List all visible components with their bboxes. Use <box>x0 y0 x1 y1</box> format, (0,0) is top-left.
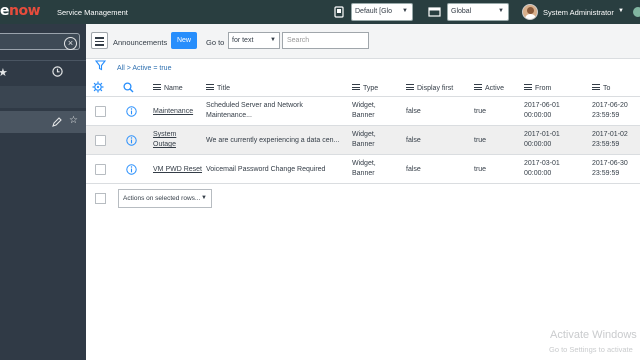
servicenow-logo[interactable]: enow <box>0 3 41 19</box>
connect-icon[interactable] <box>633 7 640 17</box>
title-cell: Voicemail Password Change Required <box>206 166 326 173</box>
name-link[interactable]: Maintenance <box>153 107 193 117</box>
column-label: Active <box>485 85 505 92</box>
chevron-down-icon: ▼ <box>201 195 207 201</box>
to-cell: 2017-06-30 23:59:59 <box>592 160 628 177</box>
name-link[interactable]: System Outage <box>153 130 176 150</box>
avatar <box>522 4 538 20</box>
breadcrumb[interactable]: All > Active = true <box>117 65 171 72</box>
column-header-from[interactable]: From <box>524 84 551 92</box>
chevron-down-icon: ▼ <box>270 37 276 43</box>
column-label: Display first <box>417 85 454 92</box>
display-first-cell: false <box>406 166 421 173</box>
info-icon[interactable] <box>126 106 137 117</box>
column-menu-icon <box>153 84 161 90</box>
active-cell: true <box>474 108 487 115</box>
bulk-actions-select[interactable]: Actions on selected rows... ▼ <box>118 189 212 208</box>
type-cell: Widget, Banner <box>352 131 376 148</box>
column-menu-icon <box>592 84 600 90</box>
display-first-cell: false <box>406 137 421 144</box>
update-set-select[interactable]: Default [Glo ▼ <box>351 3 413 21</box>
list-header-bar: Announcements New Go to for text ▼ Searc… <box>86 24 640 59</box>
column-label: From <box>535 85 552 92</box>
info-icon[interactable] <box>126 135 137 146</box>
column-label: Type <box>363 85 379 92</box>
update-set-value: Default [Glo <box>355 8 392 15</box>
application-value: Global <box>451 8 472 15</box>
chevron-down-icon: ▼ <box>498 8 504 14</box>
name-link[interactable]: VM PWD Reset <box>153 165 202 175</box>
to-cell: 2017-06-20 23:59:59 <box>592 102 628 119</box>
activation-watermark-title: Activate Windows <box>550 329 637 341</box>
bulk-actions-value: Actions on selected rows... <box>123 195 201 202</box>
column-header-display-first[interactable]: Display first <box>406 84 453 92</box>
clear-filter-icon[interactable]: × <box>64 37 77 50</box>
column-header-active[interactable]: Active <box>474 84 504 92</box>
column-menu-icon <box>474 84 482 90</box>
favorites-star-icon[interactable]: ★ <box>0 66 8 79</box>
list-title: Announcements <box>113 38 168 47</box>
application-scope-icon[interactable] <box>428 6 441 18</box>
goto-label: Go to <box>206 38 225 47</box>
type-cell: Widget, Banner <box>352 102 376 119</box>
column-label: Name <box>164 85 183 92</box>
info-icon[interactable] <box>126 164 137 175</box>
title-cell: Scheduled Server and Network Maintenance.… <box>206 102 303 119</box>
application-select[interactable]: Global ▼ <box>447 3 509 21</box>
activation-watermark-subtitle: Go to Settings to activate <box>549 345 633 354</box>
display-first-cell: false <box>406 108 421 115</box>
column-header-type[interactable]: Type <box>352 84 378 92</box>
from-cell: 2017-06-01 00:00:00 <box>524 102 560 119</box>
history-clock-icon[interactable] <box>52 66 63 77</box>
column-header-to[interactable]: To <box>592 84 610 92</box>
gear-icon[interactable] <box>92 81 104 93</box>
chevron-down-icon: ▼ <box>402 8 408 14</box>
column-menu-icon <box>406 84 414 90</box>
row-checkbox[interactable] <box>95 135 106 146</box>
chevron-down-icon: ▼ <box>618 8 624 14</box>
to-cell: 2017-01-02 23:59:59 <box>592 131 628 148</box>
search-icon[interactable] <box>123 82 134 93</box>
user-name: System Administrator <box>543 8 614 17</box>
column-menu-icon <box>352 84 360 90</box>
from-cell: 2017-03-01 00:00:00 <box>524 160 560 177</box>
title-cell: We are currently experiencing a data cen… <box>206 137 340 144</box>
column-header-name[interactable]: Name <box>153 84 183 92</box>
goto-field-value: for text <box>232 37 254 44</box>
column-label: Title <box>217 85 230 92</box>
pencil-edit-icon[interactable] <box>52 117 62 127</box>
active-cell: true <box>474 137 487 144</box>
goto-field-select[interactable]: for text ▼ <box>228 32 280 49</box>
new-button[interactable]: New <box>171 32 197 49</box>
banner-title: Service Management <box>57 8 128 17</box>
from-cell: 2017-01-01 00:00:00 <box>524 131 560 148</box>
active-cell: true <box>474 166 487 173</box>
filter-funnel-icon[interactable] <box>95 60 106 71</box>
row-checkbox[interactable] <box>95 106 106 117</box>
update-set-icon[interactable] <box>333 6 345 18</box>
type-cell: Widget, Banner <box>352 160 376 177</box>
favorite-star-outline-icon[interactable]: ☆ <box>69 115 78 126</box>
logo-text-tail: e <box>0 3 10 19</box>
top-banner: enow Service Management Default [Glo ▼ G… <box>0 0 640 24</box>
column-header-title[interactable]: Title <box>206 84 230 92</box>
nav-divider <box>0 60 86 61</box>
list-context-menu-button[interactable] <box>91 32 108 49</box>
logo-text-accent: now <box>9 3 41 19</box>
search-input[interactable]: Search <box>282 32 369 49</box>
column-menu-icon <box>206 84 214 90</box>
row-checkbox[interactable] <box>95 164 106 175</box>
select-all-checkbox[interactable] <box>95 193 106 204</box>
column-menu-icon <box>524 84 532 90</box>
application-navigator: × ★ ☆ <box>0 24 86 360</box>
nav-module-header[interactable] <box>0 86 86 108</box>
column-label: To <box>603 85 611 92</box>
